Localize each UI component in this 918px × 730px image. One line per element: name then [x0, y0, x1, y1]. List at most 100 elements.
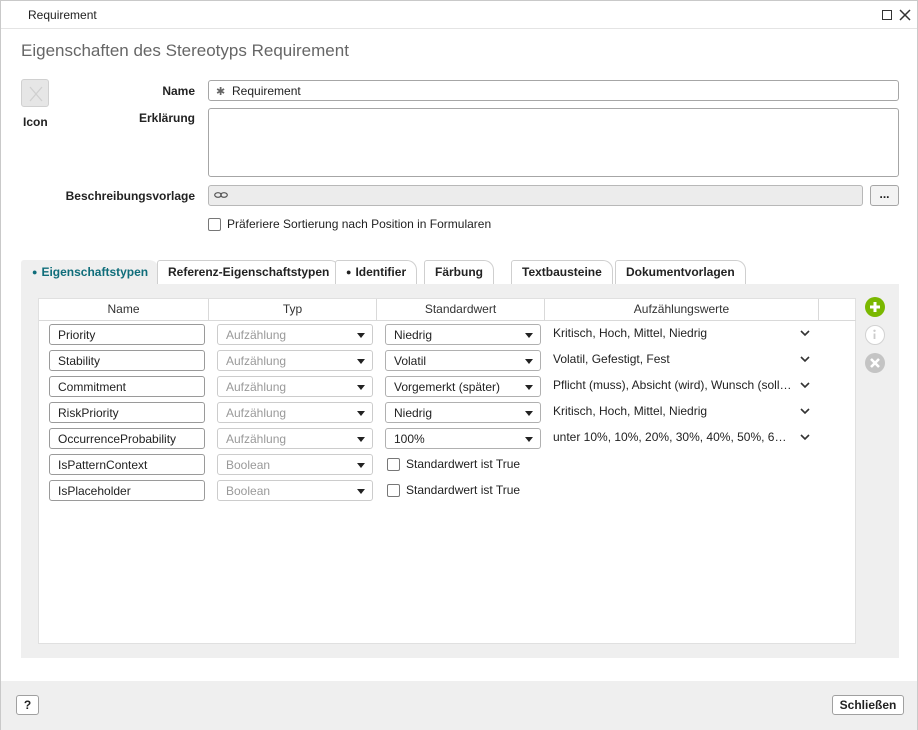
default-true-toggle[interactable]: Standardwert ist True	[387, 457, 520, 472]
sort-label: Präferiere Sortierung nach Position in F…	[227, 217, 492, 231]
default-true-checkbox[interactable]	[387, 458, 400, 472]
chevron-down-icon	[357, 463, 365, 468]
property-name-input[interactable]: IsPlaceholder	[49, 480, 205, 501]
default-dropdown[interactable]: Vorgemerkt (später)	[385, 376, 541, 397]
chevron-down-icon	[525, 333, 533, 338]
name-value: Requirement	[232, 84, 301, 98]
enum-values: unter 10%, 10%, 20%, 30%, 40%, 50%, 60%,…	[553, 430, 793, 444]
footer: ? Schließen	[1, 681, 917, 730]
enum-values: Pflicht (muss), Absicht (wird), Wunsch (…	[553, 378, 793, 392]
chevron-down-icon[interactable]	[799, 327, 811, 339]
property-name-input[interactable]: RiskPriority	[49, 402, 205, 423]
type-dropdown: Aufzählung	[217, 402, 373, 423]
property-name-input[interactable]: IsPatternContext	[49, 454, 205, 475]
close-icon	[899, 9, 911, 21]
chevron-down-icon	[357, 359, 365, 364]
window-title: Requirement	[28, 8, 97, 22]
placeholder-icon	[29, 86, 43, 102]
tab-eigenschaftstypen[interactable]: ● Eigenschaftstypen	[21, 260, 160, 285]
stereotype-icon-button[interactable]	[21, 79, 49, 107]
property-name-input[interactable]: Commitment	[49, 376, 205, 397]
type-dropdown: Aufzählung	[217, 350, 373, 371]
close-button[interactable]: Schließen	[832, 695, 904, 715]
property-name-input[interactable]: OccurrenceProbability	[49, 428, 205, 449]
chevron-down-icon[interactable]	[799, 431, 811, 443]
tab-dot-icon: ●	[346, 267, 352, 277]
chevron-down-icon	[357, 385, 365, 390]
tab-container: Name Typ Standardwert Aufzählungswerte P…	[21, 260, 899, 658]
remove-property-button[interactable]	[865, 353, 885, 373]
name-input[interactable]: ✱ Requirement	[208, 80, 899, 101]
chevron-down-icon[interactable]	[799, 405, 811, 417]
help-button[interactable]: ?	[16, 695, 39, 715]
tab-referenz-eigenschaftstypen[interactable]: Referenz-Eigenschaftstypen	[157, 260, 341, 284]
column-header-spacer	[819, 299, 856, 321]
chevron-down-icon[interactable]	[799, 353, 811, 365]
sort-preference[interactable]: Präferiere Sortierung nach Position in F…	[208, 217, 492, 232]
default-dropdown[interactable]: 100%	[385, 428, 541, 449]
type-dropdown: Boolean	[217, 480, 373, 501]
plus-icon	[870, 302, 880, 312]
default-true-toggle[interactable]: Standardwert ist True	[387, 483, 520, 498]
column-header-typ[interactable]: Typ	[209, 299, 377, 321]
type-dropdown: Boolean	[217, 454, 373, 475]
table-row[interactable]: Priority Aufzählung Niedrig Kritisch, Ho…	[39, 322, 857, 348]
name-label: Name	[162, 84, 195, 98]
enum-values: Volatil, Gefestigt, Fest	[553, 352, 670, 366]
tab-faerbung[interactable]: Färbung	[424, 260, 494, 284]
chevron-down-icon	[357, 489, 365, 494]
default-dropdown[interactable]: Niedrig	[385, 402, 541, 423]
tab-dokumentvorlagen[interactable]: Dokumentvorlagen	[615, 260, 746, 284]
add-property-button[interactable]	[865, 297, 885, 317]
chevron-down-icon	[525, 437, 533, 442]
beschreibung-field[interactable]	[208, 185, 863, 206]
browse-button[interactable]: ...	[870, 185, 899, 206]
table-row[interactable]: Commitment Aufzählung Vorgemerkt (später…	[39, 374, 857, 400]
table-row[interactable]: IsPlaceholder Boolean Standardwert ist T…	[39, 478, 857, 504]
maximize-button[interactable]	[879, 7, 895, 23]
sort-checkbox[interactable]	[208, 218, 221, 232]
chevron-down-icon	[525, 411, 533, 416]
title-bar: Requirement	[1, 1, 917, 29]
erklaerung-label: Erklärung	[138, 111, 195, 125]
chevron-down-icon	[357, 333, 365, 338]
info-icon	[873, 329, 876, 339]
dialog-window: Requirement Eigenschaften des Stereotyps…	[0, 0, 918, 730]
close-window-button[interactable]	[897, 7, 913, 23]
column-header-name[interactable]: Name	[39, 299, 209, 321]
link-icon	[213, 188, 229, 205]
default-dropdown[interactable]: Volatil	[385, 350, 541, 371]
table-row[interactable]: IsPatternContext Boolean Standardwert is…	[39, 452, 857, 478]
chevron-down-icon	[357, 437, 365, 442]
default-dropdown[interactable]: Niedrig	[385, 324, 541, 345]
enum-values: Kritisch, Hoch, Mittel, Niedrig	[553, 326, 708, 340]
required-icon: ✱	[216, 86, 226, 98]
type-dropdown: Aufzählung	[217, 428, 373, 449]
chevron-down-icon	[525, 385, 533, 390]
table-row[interactable]: OccurrenceProbability Aufzählung 100% un…	[39, 426, 857, 452]
chevron-down-icon[interactable]	[799, 379, 811, 391]
chevron-down-icon	[357, 411, 365, 416]
tab-panel-eigenschaftstypen: Name Typ Standardwert Aufzählungswerte P…	[21, 284, 899, 658]
column-header-aufzaehlungswerte[interactable]: Aufzählungswerte	[545, 299, 819, 321]
info-button[interactable]	[865, 325, 885, 345]
beschreibung-label: Beschreibungsvorlage	[65, 189, 195, 203]
maximize-icon	[882, 10, 892, 20]
table-row[interactable]: Stability Aufzählung Volatil Volatil, Ge…	[39, 348, 857, 374]
type-dropdown: Aufzählung	[217, 376, 373, 397]
remove-icon	[870, 358, 880, 368]
erklaerung-textarea[interactable]	[208, 108, 899, 177]
default-true-checkbox[interactable]	[387, 484, 400, 498]
tab-textbausteine[interactable]: Textbausteine	[511, 260, 613, 284]
property-name-input[interactable]: Stability	[49, 350, 205, 371]
type-dropdown: Aufzählung	[217, 324, 373, 345]
icon-label: Icon	[23, 115, 48, 129]
column-header-standardwert[interactable]: Standardwert	[377, 299, 545, 321]
properties-table: Name Typ Standardwert Aufzählungswerte P…	[38, 298, 856, 644]
chevron-down-icon	[525, 359, 533, 364]
property-name-input[interactable]: Priority	[49, 324, 205, 345]
tab-dot-icon: ●	[32, 267, 38, 277]
page-title: Eigenschaften des Stereotyps Requirement	[21, 41, 349, 60]
table-row[interactable]: RiskPriority Aufzählung Niedrig Kritisch…	[39, 400, 857, 426]
tab-identifier[interactable]: ● Identifier	[335, 260, 418, 284]
